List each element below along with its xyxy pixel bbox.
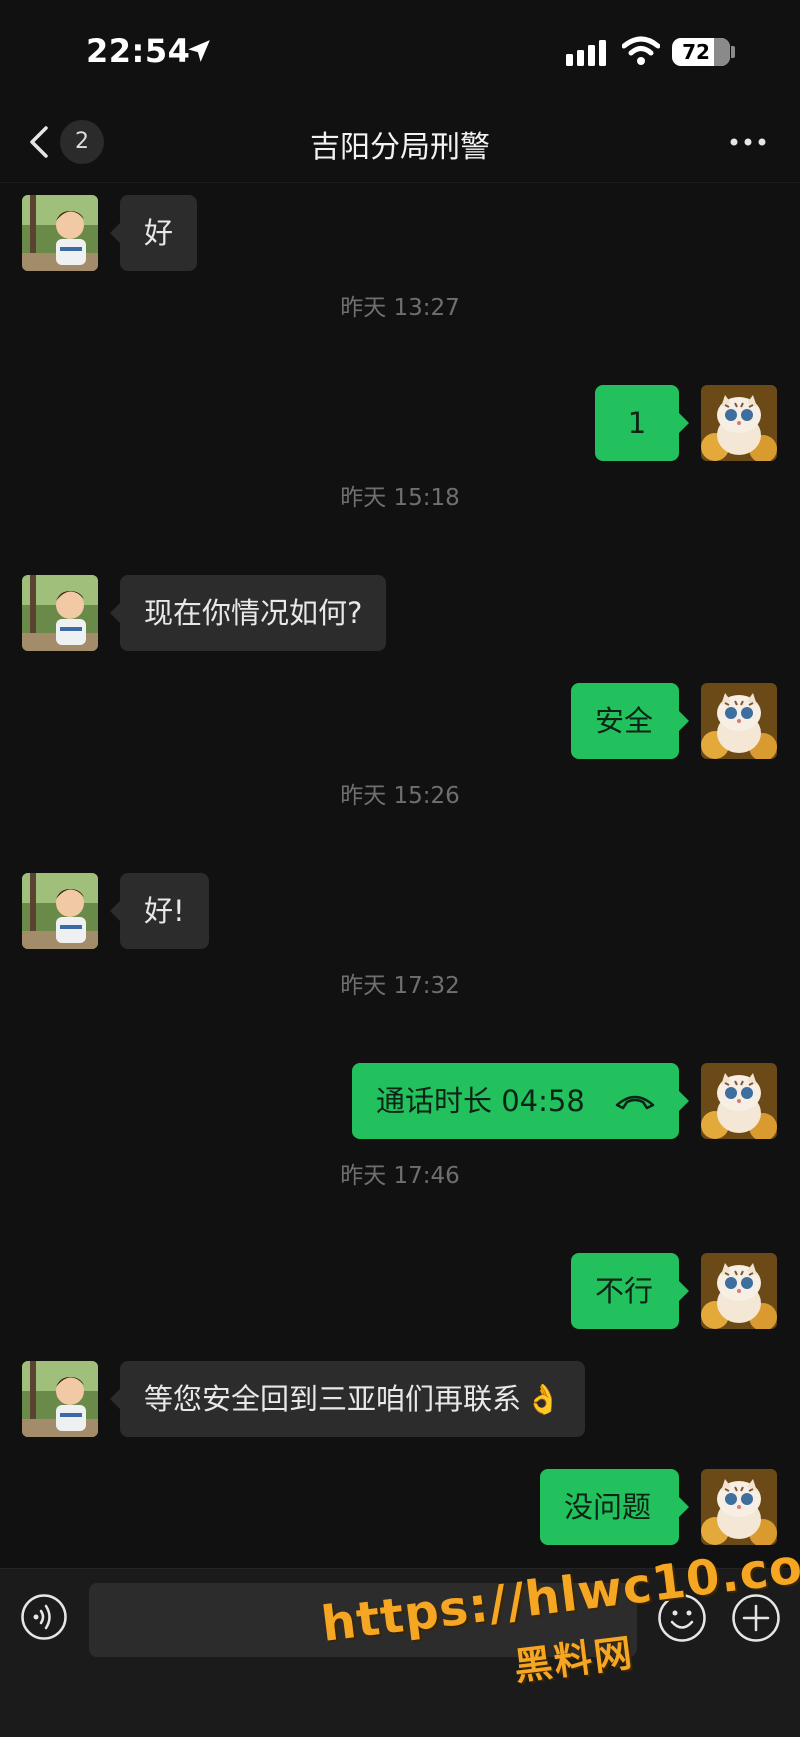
- message-timestamp: 昨天 17:32: [340, 973, 460, 999]
- message-incoming: 现在你情况如何?: [0, 575, 800, 651]
- wifi-icon: [622, 36, 660, 65]
- my-avatar[interactable]: [701, 385, 777, 461]
- message-bubble[interactable]: 不行: [571, 1253, 679, 1329]
- chat-title: 吉阳分局刑警: [310, 130, 490, 165]
- battery-tip: [731, 46, 735, 58]
- my-avatar[interactable]: [701, 1253, 777, 1329]
- bubble-tail: [679, 1281, 689, 1301]
- my-avatar[interactable]: [701, 1063, 777, 1139]
- call-record-bubble[interactable]: 通话时长 04:58: [352, 1063, 679, 1139]
- contact-avatar[interactable]: [22, 195, 98, 271]
- voice-icon[interactable]: [20, 1593, 68, 1641]
- bubble-tail: [679, 1091, 689, 1111]
- status-time: 22:54: [86, 32, 191, 70]
- message-bubble[interactable]: 现在你情况如何?: [120, 575, 387, 651]
- location-arrow-icon: [188, 40, 210, 62]
- message-bubble[interactable]: 没问题: [540, 1469, 679, 1545]
- my-avatar[interactable]: [701, 683, 777, 759]
- phone-hangup-icon: [615, 1095, 655, 1110]
- message-incoming: 好: [0, 195, 800, 271]
- message-outgoing: 1: [0, 385, 800, 461]
- message-outgoing: 没问题: [0, 1469, 800, 1545]
- bubble-tail: [110, 603, 120, 623]
- bubble-tail: [679, 711, 689, 731]
- message-input-bar: [0, 1568, 800, 1737]
- my-avatar[interactable]: [701, 1469, 777, 1545]
- contact-avatar[interactable]: [22, 873, 98, 949]
- message-bubble[interactable]: 好: [120, 195, 198, 271]
- chat-message-list[interactable]: 好 昨天 13:27 1 昨天 15:18 现在你情况如何? 安全 昨天 15:…: [0, 183, 800, 1567]
- message-outgoing: 不行: [0, 1253, 800, 1329]
- ok-hand-emoji: 👌: [525, 1382, 562, 1416]
- message-bubble[interactable]: 1: [595, 385, 679, 461]
- bubble-tail: [110, 223, 120, 243]
- message-bubble[interactable]: 安全: [571, 683, 679, 759]
- bubble-tail: [679, 413, 689, 433]
- message-bubble[interactable]: 好!: [120, 873, 209, 949]
- message-bubble[interactable]: 等您安全回到三亚咱们再联系 👌: [120, 1361, 586, 1437]
- battery-indicator: 72: [672, 38, 730, 66]
- bubble-tail: [679, 1497, 689, 1517]
- message-incoming: 等您安全回到三亚咱们再联系 👌: [0, 1361, 800, 1437]
- message-incoming: 好!: [0, 873, 800, 949]
- signal-icon: [566, 40, 606, 66]
- message-outgoing: 安全: [0, 683, 800, 759]
- chat-header: 2 吉阳分局刑警: [0, 100, 800, 183]
- message-text: 等您安全回到三亚咱们再联系: [144, 1382, 522, 1416]
- message-timestamp: 昨天 13:27: [340, 295, 460, 321]
- message-timestamp: 昨天 15:18: [340, 485, 460, 511]
- bubble-tail: [110, 1389, 120, 1409]
- message-outgoing: 通话时长 04:58: [0, 1063, 800, 1139]
- contact-avatar[interactable]: [22, 575, 98, 651]
- plus-icon[interactable]: [731, 1593, 781, 1643]
- battery-percent: 72: [682, 40, 710, 64]
- message-timestamp: 昨天 15:26: [340, 783, 460, 809]
- contact-avatar[interactable]: [22, 1361, 98, 1437]
- bubble-tail: [110, 901, 120, 921]
- call-duration-text: 通话时长 04:58: [376, 1084, 585, 1118]
- message-timestamp: 昨天 17:46: [340, 1163, 460, 1189]
- message-input[interactable]: [89, 1583, 637, 1657]
- status-bar: 22:54 72: [0, 0, 800, 100]
- more-icon[interactable]: [728, 130, 768, 154]
- emoji-icon[interactable]: [657, 1593, 707, 1643]
